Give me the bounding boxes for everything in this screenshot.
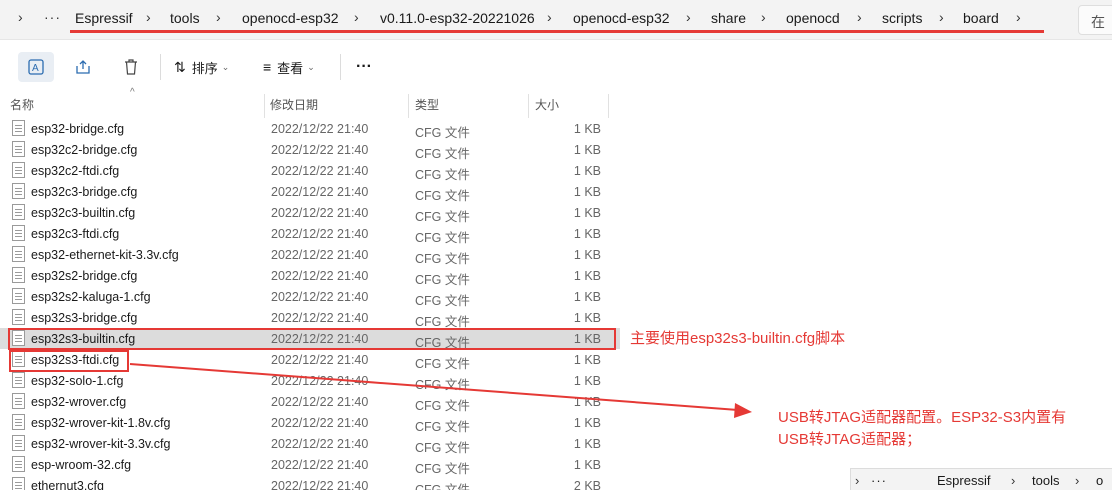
chevron-right-icon[interactable]: › xyxy=(1075,473,1079,488)
arrow-line xyxy=(129,363,739,411)
annotation-note-builtin: 主要使用esp32s3-builtin.cfg脚本 xyxy=(630,330,846,347)
annotation-note-ftdi-line1: USB转JTAG适配器配置。ESP32-S3内置有 xyxy=(778,409,1067,426)
mini-breadcrumb-espressif[interactable]: Espressif xyxy=(937,473,990,488)
overlapping-explorer-window: › ··· Espressif › tools › o xyxy=(850,468,1112,490)
mini-breadcrumb-o[interactable]: o xyxy=(1096,473,1103,488)
more-crumbs-icon[interactable]: ··· xyxy=(871,473,887,488)
chevron-right-icon[interactable]: › xyxy=(1011,473,1015,488)
chevron-right-icon[interactable]: › xyxy=(855,473,859,488)
arrow-head xyxy=(734,403,752,418)
mini-breadcrumb-tools[interactable]: tools xyxy=(1032,473,1059,488)
annotation-note-ftdi-line2: USB转JTAG适配器； xyxy=(778,431,922,448)
